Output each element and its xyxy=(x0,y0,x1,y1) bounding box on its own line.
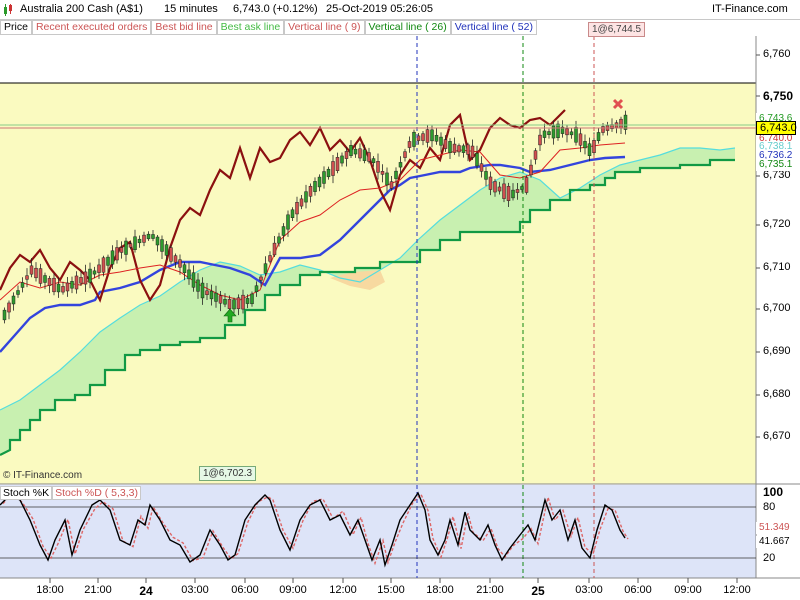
bottom-order-callout: 1@6,702.3 xyxy=(199,466,257,481)
time-axis-label: 09:00 xyxy=(674,584,702,596)
time-axis-label: 12:00 xyxy=(329,584,357,596)
time-axis-label: 21:00 xyxy=(84,584,112,596)
price-axis-label: 6,750 xyxy=(763,89,794,103)
time-axis-label: 21:00 xyxy=(476,584,504,596)
price-axis-label: 6,710 xyxy=(763,261,791,273)
stoch-axis-20: 20 xyxy=(763,552,776,564)
top-order-callout: 1@6,744.5 xyxy=(588,22,646,37)
price-axis-label: 6,680 xyxy=(763,388,791,400)
time-axis-label: 06:00 xyxy=(231,584,259,596)
price-axis-label: 6,720 xyxy=(763,218,791,230)
time-axis-label: 18:00 xyxy=(36,584,64,596)
stoch-d-label[interactable]: Stoch %D ( 5,3,3) xyxy=(52,486,141,500)
time-axis-label: 24 xyxy=(139,584,153,598)
stoch-axis-80: 80 xyxy=(763,501,776,513)
price-box: 6,743.0 xyxy=(756,121,797,135)
price-axis-label: 6,690 xyxy=(763,345,791,357)
stoch-d-value: 51.349 xyxy=(756,522,799,534)
time-axis-label: 15:00 xyxy=(377,584,405,596)
stoch-k-value: 41.667 xyxy=(756,536,799,548)
watermark: © IT-Finance.com xyxy=(3,470,83,481)
time-axis-label: 12:00 xyxy=(723,584,751,596)
stoch-axis-100: 100 xyxy=(763,485,784,499)
stoch-k-label[interactable]: Stoch %K xyxy=(0,486,53,500)
price-chart[interactable] xyxy=(0,0,800,600)
time-axis-label: 06:00 xyxy=(624,584,652,596)
time-axis-label: 03:00 xyxy=(575,584,603,596)
time-axis-label: 09:00 xyxy=(279,584,307,596)
time-axis-label: 25 xyxy=(531,584,545,598)
stoch-legend: Stoch %K Stoch %D ( 5,3,3) xyxy=(0,486,141,500)
price-axis-label: 6,700 xyxy=(763,302,791,314)
price-axis-label: 6,670 xyxy=(763,430,791,442)
price-box: 6,735.1 xyxy=(756,159,796,171)
price-axis-label: 6,760 xyxy=(763,48,791,60)
time-axis-label: 18:00 xyxy=(426,584,454,596)
time-axis-label: 03:00 xyxy=(181,584,209,596)
